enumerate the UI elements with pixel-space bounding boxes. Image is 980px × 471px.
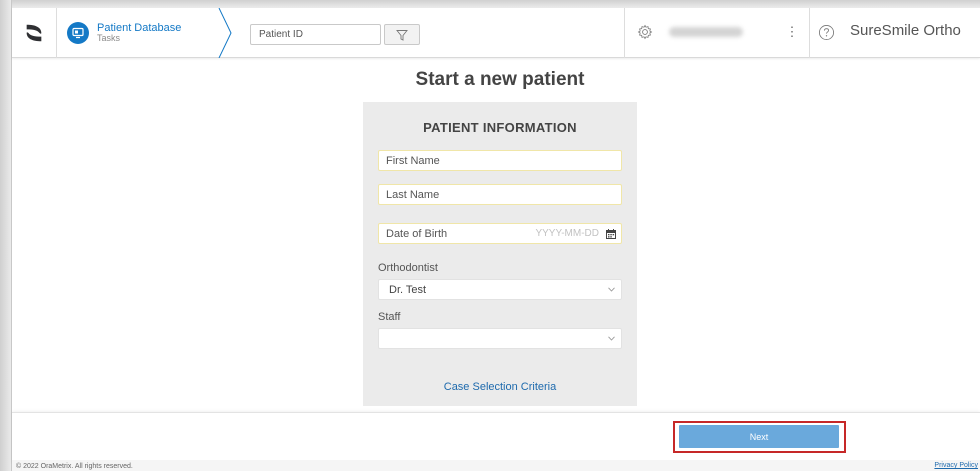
- orthodontist-label: Orthodontist: [378, 262, 438, 274]
- nav-text: Patient Database Tasks: [97, 22, 181, 44]
- gear-icon[interactable]: [637, 24, 653, 40]
- orthodontist-selected-value: Dr. Test: [389, 284, 427, 296]
- patient-id-search-input[interactable]: [250, 24, 381, 45]
- patient-database-nav[interactable]: Patient Database Tasks: [57, 8, 227, 58]
- panel-title: PATIENT INFORMATION: [423, 120, 577, 135]
- breadcrumb-chevron-icon: [218, 8, 232, 58]
- filter-button[interactable]: [384, 24, 420, 45]
- calendar-icon[interactable]: [606, 229, 616, 239]
- dob-label: Date of Birth: [386, 228, 448, 240]
- user-settings-area: ⋮: [624, 8, 810, 58]
- orthodontist-select[interactable]: Dr. Test: [378, 279, 622, 300]
- next-button[interactable]: Next: [679, 425, 839, 448]
- date-of-birth-field[interactable]: Date of Birth YYYY-MM-DD: [378, 223, 622, 244]
- suresmile-logo-shape: [26, 24, 42, 42]
- window-frame-top: [0, 0, 980, 8]
- more-options-icon[interactable]: ⋮: [785, 22, 799, 42]
- filter-icon: [396, 29, 408, 41]
- first-name-field[interactable]: [378, 150, 622, 171]
- dob-format-hint: YYYY-MM-DD: [535, 228, 599, 239]
- nav-subtitle: Tasks: [97, 33, 121, 44]
- app-window: Patient Database Tasks ⋮ Sure: [12, 8, 980, 471]
- copyright-text: © 2022 OraMetrix. All rights reserved.: [16, 463, 133, 470]
- help-icon[interactable]: [818, 24, 835, 41]
- brand-name: SureSmile Ortho: [850, 22, 961, 39]
- case-selection-criteria-link[interactable]: Case Selection Criteria: [363, 381, 637, 393]
- chevron-down-icon: [608, 287, 615, 292]
- page-title: Start a new patient: [415, 69, 585, 90]
- suresmile-logo-icon[interactable]: [12, 8, 57, 58]
- top-header: Patient Database Tasks ⋮ Sure: [12, 8, 980, 58]
- footer-strip: [12, 460, 980, 471]
- user-name-redacted[interactable]: [669, 27, 743, 37]
- window-frame-left: [0, 0, 12, 471]
- staff-select[interactable]: [378, 328, 622, 349]
- staff-label: Staff: [378, 311, 401, 323]
- privacy-policy-link[interactable]: Privacy Policy: [934, 462, 978, 469]
- last-name-field[interactable]: [378, 184, 622, 205]
- chevron-down-icon: [608, 336, 615, 341]
- patient-information-panel: PATIENT INFORMATION Date of Birth YYYY-M…: [363, 102, 637, 406]
- database-icon: [67, 22, 89, 44]
